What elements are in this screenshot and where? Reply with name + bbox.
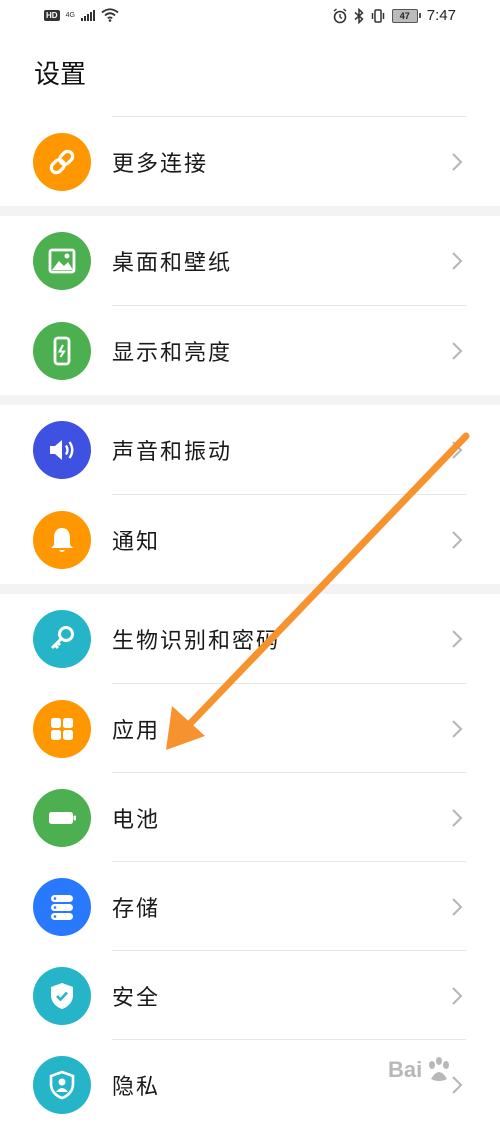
menu-item-biometrics-password[interactable]: 生物识别和密码: [0, 594, 500, 683]
menu-item-battery[interactable]: 电池: [0, 773, 500, 862]
chevron-right-icon: [452, 530, 463, 549]
status-bar-left: HD 4G: [44, 8, 119, 22]
menu-item-label: 声音和振动: [112, 439, 233, 465]
hd-icon: HD: [44, 9, 60, 21]
image-icon: [33, 231, 91, 290]
menu-item-label: 安全: [112, 985, 161, 1011]
page-title: 设置: [34, 60, 87, 90]
menu-item-more-connections[interactable]: 更多连接: [0, 117, 500, 206]
menu-item-apps[interactable]: 应用: [0, 684, 500, 773]
speaker-icon: [33, 420, 91, 479]
section-gap: [0, 395, 500, 405]
menu-item-notifications[interactable]: 通知: [0, 495, 500, 584]
menu-item-label: 存储: [112, 896, 161, 922]
chevron-right-icon: [452, 152, 463, 171]
vibrate-icon: [371, 8, 385, 23]
battery-icon: 47: [391, 8, 421, 23]
section-gap: [0, 584, 500, 594]
signal-icon: [80, 9, 95, 21]
menu-item-label: 通知: [112, 529, 161, 555]
menu-item-label: 应用: [112, 718, 161, 744]
status-bar: HD 4G 47 7:47: [0, 0, 500, 36]
section-gap: [0, 206, 500, 216]
menu-item-display-brightness[interactable]: 显示和亮度: [0, 306, 500, 395]
status-time: 7:47: [426, 7, 456, 24]
menu-item-label: 更多连接: [112, 151, 209, 177]
menu-item-storage[interactable]: 存储: [0, 862, 500, 951]
chevron-right-icon: [452, 719, 463, 738]
menu-item-label: 桌面和壁纸: [112, 250, 233, 276]
wifi-icon: [101, 8, 119, 22]
chevron-right-icon: [452, 808, 463, 827]
phone-brightness-icon: [33, 321, 91, 380]
menu-item-sound-vibration[interactable]: 声音和振动: [0, 405, 500, 494]
chevron-right-icon: [452, 986, 463, 1005]
chevron-right-icon: [452, 897, 463, 916]
shield-check-icon: [33, 966, 91, 1025]
menu-item-label: 显示和亮度: [112, 340, 233, 366]
link-icon: [33, 132, 91, 191]
key-icon: [33, 609, 91, 668]
bell-icon: [33, 510, 91, 569]
battery-icon: [33, 788, 91, 847]
menu-item-label: 电池: [112, 807, 161, 833]
network-4g-icon: 4G: [65, 11, 75, 19]
chevron-right-icon: [452, 251, 463, 270]
menu-item-security[interactable]: 安全: [0, 951, 500, 1040]
storage-icon: [33, 877, 91, 936]
menu-item-desktop-wallpaper[interactable]: 桌面和壁纸: [0, 216, 500, 305]
chevron-right-icon: [452, 341, 463, 360]
apps-grid-icon: [33, 699, 91, 758]
watermark-text: Bai: [388, 1057, 423, 1082]
alarm-icon: [333, 7, 347, 23]
chevron-right-icon: [452, 440, 463, 459]
privacy-shield-icon: [33, 1055, 91, 1114]
menu-item-label: 隐私: [112, 1074, 161, 1100]
chevron-right-icon: [452, 629, 463, 648]
status-bar-right: 47 7:47: [332, 7, 456, 24]
menu-item-label: 生物识别和密码: [112, 628, 281, 654]
baidu-paw-icon: [429, 1057, 450, 1081]
watermark: Bai: [388, 1050, 498, 1090]
bluetooth-icon: [354, 7, 364, 24]
battery-level: 47: [391, 8, 418, 23]
